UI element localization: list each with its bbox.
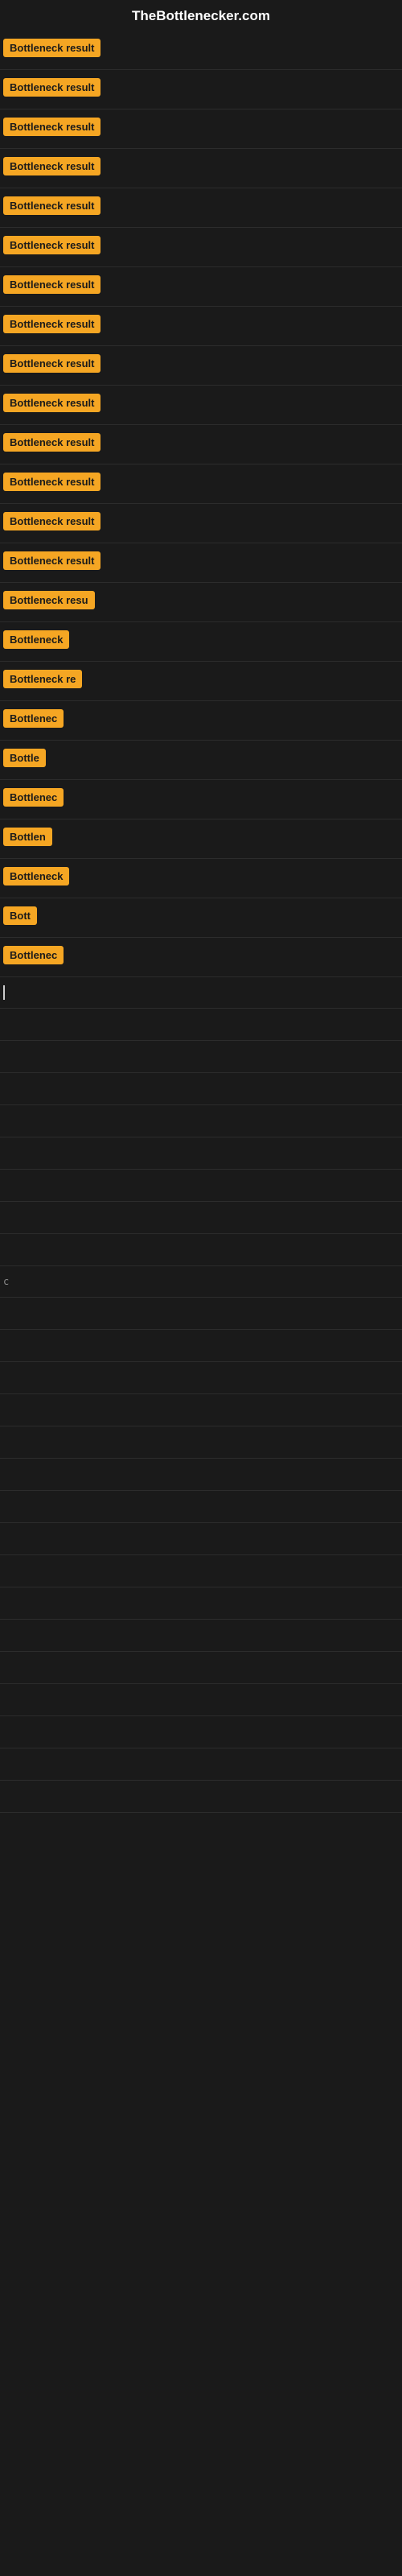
bottom-char: c bbox=[3, 1276, 9, 1287]
empty-row bbox=[0, 1620, 402, 1652]
list-item: Bottlenec bbox=[0, 780, 402, 819]
bottleneck-badge[interactable]: Bottleneck result bbox=[3, 157, 100, 175]
empty-row bbox=[0, 1202, 402, 1234]
empty-row bbox=[0, 1170, 402, 1202]
empty-row bbox=[0, 1587, 402, 1620]
list-item: Bottleneck result bbox=[0, 267, 402, 307]
list-item: Bottleneck result bbox=[0, 504, 402, 543]
bottleneck-badge[interactable]: Bottleneck result bbox=[3, 551, 100, 570]
list-item: Bottleneck result bbox=[0, 543, 402, 583]
bottleneck-badge[interactable]: Bottleneck result bbox=[3, 473, 100, 491]
empty-row bbox=[0, 1555, 402, 1587]
list-item: Bottleneck result bbox=[0, 307, 402, 346]
list-item: Bottle bbox=[0, 741, 402, 780]
list-item: Bottleneck result bbox=[0, 149, 402, 188]
empty-row bbox=[0, 1362, 402, 1394]
list-item: Bottleneck result bbox=[0, 70, 402, 109]
empty-row bbox=[0, 1137, 402, 1170]
empty-row bbox=[0, 1491, 402, 1523]
empty-row bbox=[0, 1394, 402, 1426]
list-item: Bottleneck re bbox=[0, 662, 402, 701]
bottleneck-badge[interactable]: Bottleneck re bbox=[3, 670, 82, 688]
bottleneck-badge[interactable]: Bottle bbox=[3, 749, 46, 767]
empty-row bbox=[0, 1459, 402, 1491]
bottleneck-badge[interactable]: Bottleneck bbox=[3, 630, 69, 649]
empty-row bbox=[0, 1298, 402, 1330]
list-item: Bottleneck resu bbox=[0, 583, 402, 622]
list-item: Bottleneck result bbox=[0, 188, 402, 228]
bottleneck-badge[interactable]: Bottlen bbox=[3, 828, 52, 846]
list-item: Bottleneck result bbox=[0, 464, 402, 504]
list-item: Bottleneck result bbox=[0, 109, 402, 149]
empty-row bbox=[0, 1652, 402, 1684]
bottleneck-badge[interactable]: Bottleneck result bbox=[3, 354, 100, 373]
bottleneck-badge[interactable]: Bottleneck result bbox=[3, 394, 100, 412]
bottleneck-badge[interactable]: Bottleneck result bbox=[3, 78, 100, 97]
empty-row bbox=[0, 1684, 402, 1716]
list-item: Bottlen bbox=[0, 819, 402, 859]
list-item: Bottleneck bbox=[0, 622, 402, 662]
empty-row bbox=[0, 1748, 402, 1781]
list-item: Bottleneck result bbox=[0, 386, 402, 425]
bottleneck-badge[interactable]: Bottleneck result bbox=[3, 236, 100, 254]
list-item: Bottleneck bbox=[0, 859, 402, 898]
bottleneck-badge[interactable]: Bott bbox=[3, 906, 37, 925]
list-item: Bottlenec bbox=[0, 938, 402, 977]
empty-row bbox=[0, 1716, 402, 1748]
empty-row bbox=[0, 1781, 402, 1813]
list-item: Bottleneck result bbox=[0, 228, 402, 267]
list-item: Bottleneck result bbox=[0, 31, 402, 70]
bottleneck-badge[interactable]: Bottlenec bbox=[3, 788, 64, 807]
bottleneck-badge[interactable]: Bottleneck result bbox=[3, 275, 100, 294]
empty-row bbox=[0, 1041, 402, 1073]
empty-row bbox=[0, 1105, 402, 1137]
bottom-char-row: c bbox=[0, 1266, 402, 1298]
empty-row bbox=[0, 1523, 402, 1555]
empty-row bbox=[0, 1234, 402, 1266]
empty-row bbox=[0, 1073, 402, 1105]
empty-row bbox=[0, 1009, 402, 1041]
bottleneck-badge[interactable]: Bottleneck result bbox=[3, 433, 100, 452]
bottleneck-badge[interactable]: Bottleneck result bbox=[3, 196, 100, 215]
bottleneck-badge[interactable]: Bottleneck resu bbox=[3, 591, 95, 609]
list-item: Bottleneck result bbox=[0, 346, 402, 386]
list-item: Bott bbox=[0, 898, 402, 938]
bottleneck-badge[interactable]: Bottleneck result bbox=[3, 118, 100, 136]
cursor bbox=[0, 977, 402, 1009]
empty-row bbox=[0, 1330, 402, 1362]
site-title: TheBottlenecker.com bbox=[132, 8, 270, 23]
bottleneck-badge[interactable]: Bottleneck result bbox=[3, 512, 100, 530]
bottleneck-badge[interactable]: Bottlenec bbox=[3, 709, 64, 728]
bottleneck-badge[interactable]: Bottleneck bbox=[3, 867, 69, 886]
empty-row bbox=[0, 1426, 402, 1459]
list-item: Bottlenec bbox=[0, 701, 402, 741]
bottleneck-badge[interactable]: Bottleneck result bbox=[3, 315, 100, 333]
bottleneck-badge[interactable]: Bottleneck result bbox=[3, 39, 100, 57]
bottleneck-badge[interactable]: Bottlenec bbox=[3, 946, 64, 964]
list-item: Bottleneck result bbox=[0, 425, 402, 464]
